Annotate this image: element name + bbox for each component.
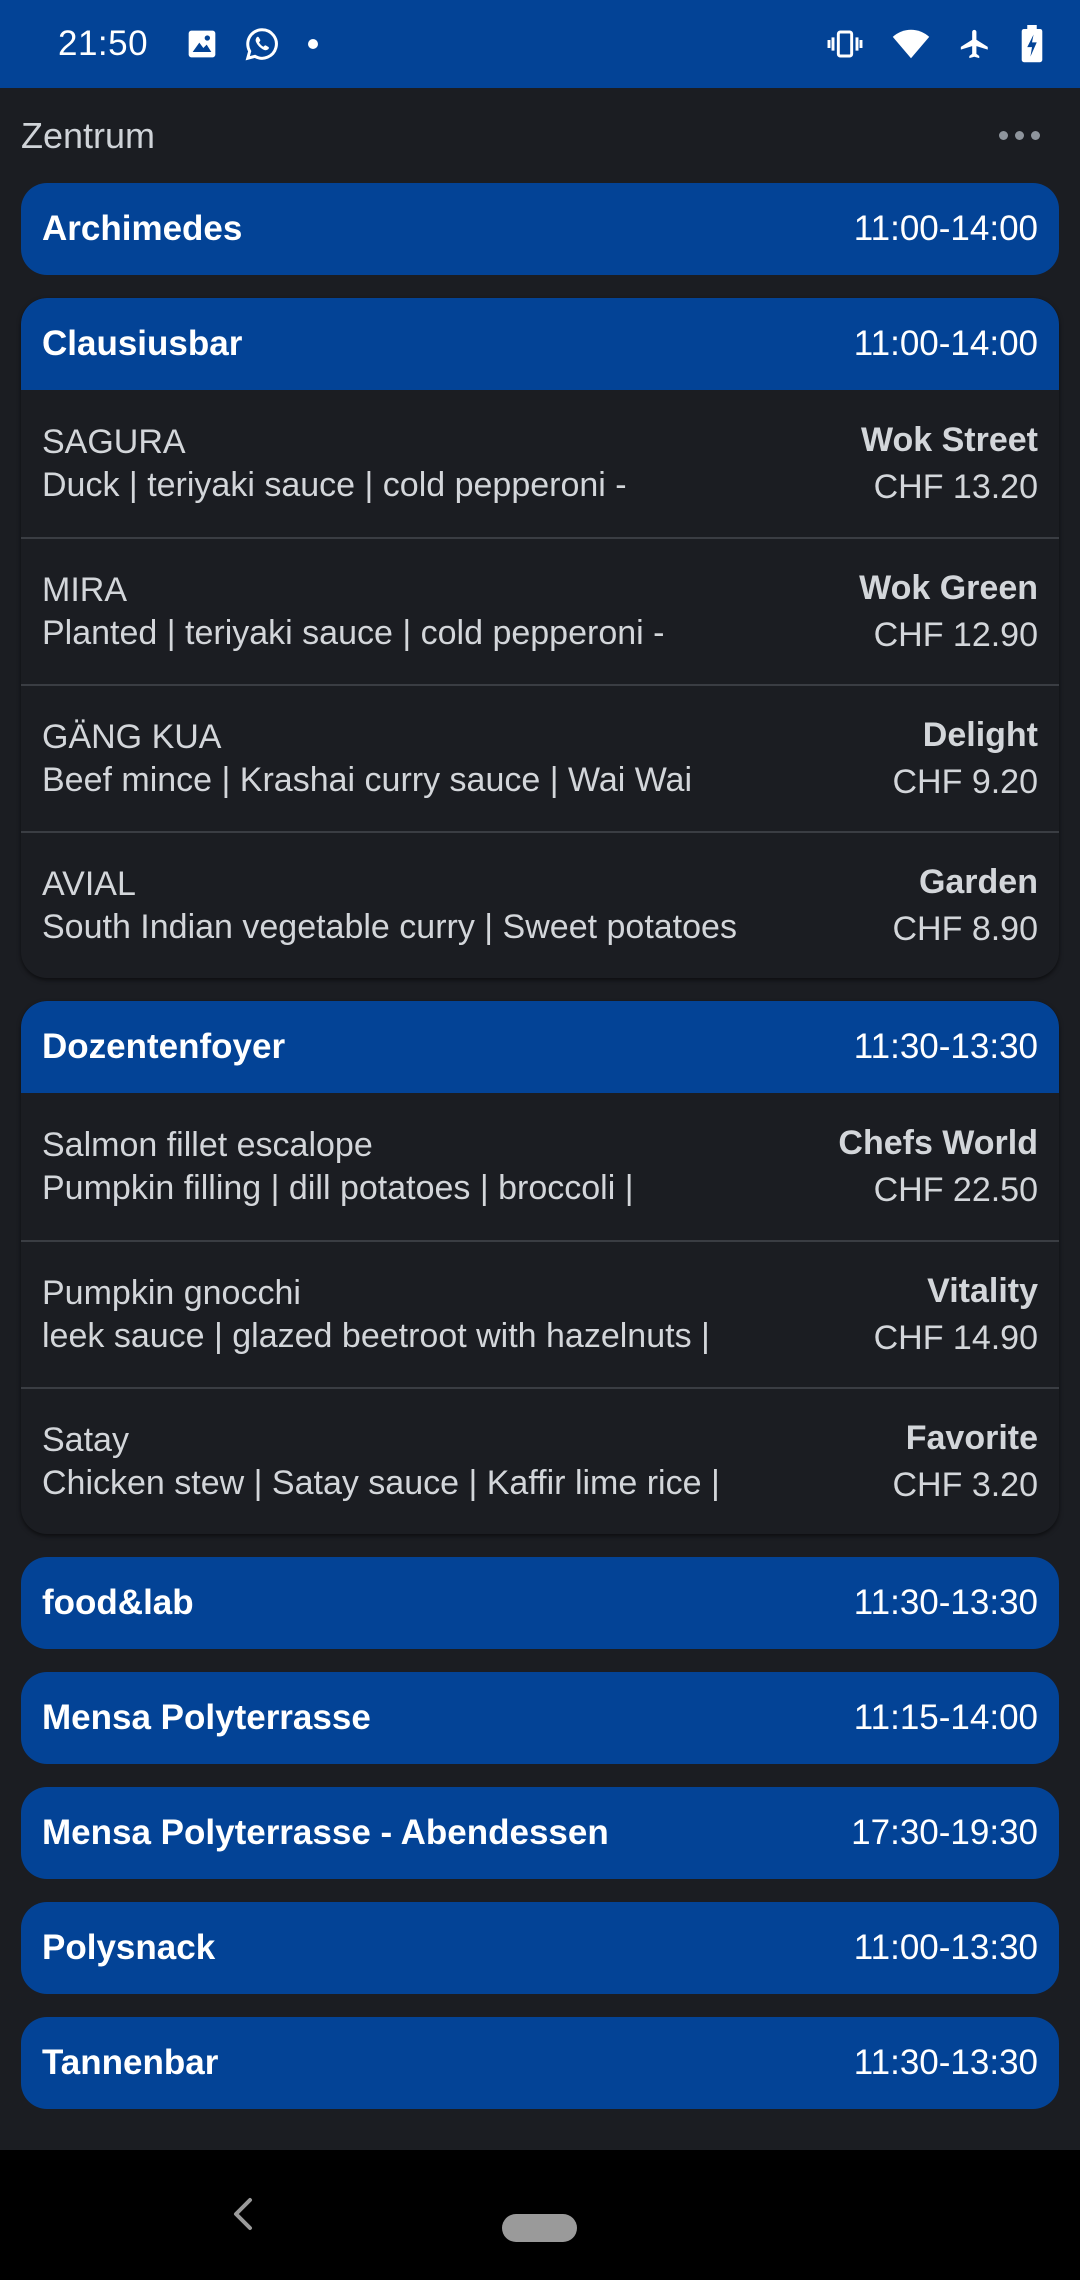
opening-hours: 11:30-13:30: [853, 2043, 1038, 2082]
restaurant-header[interactable]: Archimedes 11:00-14:00: [21, 183, 1059, 275]
menu-line: Wok Street: [861, 420, 1038, 459]
menu-item[interactable]: Satay Chicken stew | Satay sauce | Kaffi…: [21, 1387, 1059, 1534]
menu-item[interactable]: SAGURA Duck | teriyaki sauce | cold pepp…: [21, 390, 1059, 537]
menu-list: SAGURA Duck | teriyaki sauce | cold pepp…: [21, 390, 1059, 978]
restaurant-header[interactable]: Clausiusbar 11:00-14:00: [21, 298, 1059, 390]
dish-price: CHF 8.90: [892, 909, 1039, 948]
opening-hours: 11:00-13:30: [853, 1928, 1038, 1967]
dish-description: Planted | teriyaki sauce | cold pepperon…: [42, 613, 665, 652]
restaurant-card-mensa-polyterrasse: Mensa Polyterrasse 11:15-14:00: [21, 1672, 1059, 1764]
status-time: 21:50: [58, 24, 149, 63]
restaurant-header[interactable]: Tannenbar 11:30-13:30: [21, 2017, 1059, 2109]
dish-description: Chicken stew | Satay sauce | Kaffir lime…: [42, 1463, 720, 1502]
menu-item[interactable]: Salmon fillet escalope Pumpkin filling |…: [21, 1093, 1059, 1240]
menu-item[interactable]: Pumpkin gnocchi leek sauce | glazed beet…: [21, 1240, 1059, 1387]
menu-item[interactable]: GÄNG KUA Beef mince | Krashai curry sauc…: [21, 684, 1059, 831]
opening-hours: 11:15-14:00: [853, 1698, 1038, 1737]
dish-description: Pumpkin filling | dill potatoes | brocco…: [42, 1168, 634, 1207]
image-icon: [186, 28, 218, 60]
menu-line: Favorite: [905, 1418, 1038, 1457]
dish-price: CHF 9.20: [892, 762, 1039, 801]
dish-description: Beef mince | Krashai curry sauce | Wai W…: [42, 760, 693, 799]
restaurant-name: Tannenbar: [42, 2043, 219, 2082]
dish-price: CHF 13.20: [873, 467, 1038, 506]
title-row: Zentrum: [0, 88, 1080, 183]
restaurant-name: Polysnack: [42, 1928, 216, 1967]
dish-description: leek sauce | glazed beetroot with hazeln…: [42, 1316, 710, 1355]
page-title: Zentrum: [21, 114, 156, 156]
more-horizontal-icon: [999, 131, 1008, 140]
opening-hours: 11:00-14:00: [853, 324, 1038, 363]
restaurant-card-clausiusbar: Clausiusbar 11:00-14:00 SAGURA Duck | te…: [21, 298, 1059, 978]
dish-name: AVIAL: [42, 864, 136, 903]
restaurant-list: Archimedes 11:00-14:00 Clausiusbar 11:00…: [21, 183, 1059, 2132]
dish-description: Duck | teriyaki sauce | cold pepperoni -: [42, 465, 627, 504]
opening-hours: 17:30-19:30: [851, 1813, 1038, 1852]
restaurant-name: Mensa Polyterrasse: [42, 1698, 371, 1737]
dot-icon: [306, 37, 320, 51]
opening-hours: 11:30-13:30: [853, 1583, 1038, 1622]
home-pill-icon[interactable]: [502, 2214, 577, 2242]
dish-name: Pumpkin gnocchi: [42, 1273, 301, 1312]
restaurant-name: Dozentenfoyer: [42, 1027, 286, 1066]
airplane-icon: [958, 27, 992, 61]
opening-hours: 11:30-13:30: [853, 1027, 1038, 1066]
more-options-button[interactable]: [989, 121, 1050, 150]
menu-item[interactable]: MIRA Planted | teriyaki sauce | cold pep…: [21, 537, 1059, 684]
restaurant-header[interactable]: Dozentenfoyer 11:30-13:30: [21, 1001, 1059, 1093]
battery-charging-icon: [1020, 25, 1044, 63]
restaurant-card-polysnack: Polysnack 11:00-13:30: [21, 1902, 1059, 1994]
dish-price: CHF 22.50: [873, 1170, 1038, 1209]
wifi-icon: [892, 28, 930, 60]
menu-list: Salmon fillet escalope Pumpkin filling |…: [21, 1093, 1059, 1534]
status-bar: 21:50: [0, 0, 1080, 88]
dish-name: MIRA: [42, 570, 127, 609]
dish-name: GÄNG KUA: [42, 717, 222, 756]
status-bar-left: 21:50: [58, 24, 320, 64]
menu-line: Wok Green: [859, 568, 1038, 607]
restaurant-card-tannenbar: Tannenbar 11:30-13:30: [21, 2017, 1059, 2109]
restaurant-name: Archimedes: [42, 209, 243, 248]
menu-line: Delight: [922, 715, 1038, 754]
dish-name: Salmon fillet escalope: [42, 1125, 373, 1164]
restaurant-header[interactable]: Mensa Polyterrasse - Abendessen 17:30-19…: [21, 1787, 1059, 1879]
navigation-bar: [0, 2150, 1080, 2280]
restaurant-header[interactable]: food&lab 11:30-13:30: [21, 1557, 1059, 1649]
dish-price: CHF 12.90: [873, 615, 1038, 654]
dish-description: South Indian vegetable curry | Sweet pot…: [42, 907, 737, 946]
whatsapp-icon: [244, 26, 280, 62]
restaurant-name: Clausiusbar: [42, 324, 243, 363]
menu-line: Garden: [918, 862, 1038, 901]
restaurant-name: food&lab: [42, 1583, 194, 1622]
opening-hours: 11:00-14:00: [853, 209, 1038, 248]
dish-price: CHF 3.20: [892, 1465, 1039, 1504]
menu-line: Chefs World: [838, 1123, 1038, 1162]
back-chevron-icon[interactable]: [228, 2194, 258, 2239]
dish-name: Satay: [42, 1420, 129, 1459]
menu-item[interactable]: AVIAL South Indian vegetable curry | Swe…: [21, 831, 1059, 978]
restaurant-card-archimedes: Archimedes 11:00-14:00: [21, 183, 1059, 275]
restaurant-header[interactable]: Polysnack 11:00-13:30: [21, 1902, 1059, 1994]
vibrate-icon: [826, 28, 864, 60]
status-bar-right: [826, 25, 1044, 63]
restaurant-card-foodlab: food&lab 11:30-13:30: [21, 1557, 1059, 1649]
restaurant-header[interactable]: Mensa Polyterrasse 11:15-14:00: [21, 1672, 1059, 1764]
dish-price: CHF 14.90: [873, 1318, 1038, 1357]
menu-line: Vitality: [927, 1271, 1038, 1310]
dish-name: SAGURA: [42, 422, 186, 461]
restaurant-card-dozentenfoyer: Dozentenfoyer 11:30-13:30 Salmon fillet …: [21, 1001, 1059, 1534]
restaurant-name: Mensa Polyterrasse - Abendessen: [42, 1813, 609, 1852]
restaurant-card-mensa-polyterrasse-abendessen: Mensa Polyterrasse - Abendessen 17:30-19…: [21, 1787, 1059, 1879]
